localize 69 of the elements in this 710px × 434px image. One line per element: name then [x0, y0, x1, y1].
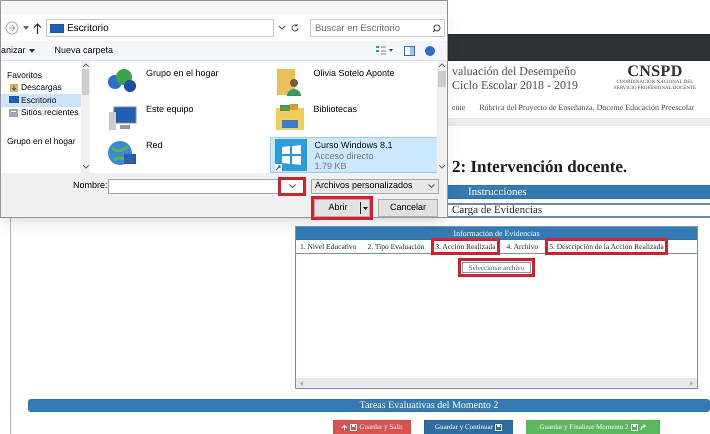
logo-title: CNSPD [627, 64, 683, 80]
tasks-bar: Tareas Evaluativas del Momento 2 [28, 399, 710, 412]
nav-pane-item[interactable]: Descargas [9, 82, 81, 94]
file-name: Grupo en el hogar [146, 68, 219, 78]
open-button[interactable]: Abrir [314, 199, 370, 217]
file-item[interactable]: Grupo en el hogar [102, 65, 270, 101]
address-field[interactable]: Escritorio [46, 19, 274, 37]
file-type-dropdown[interactable]: Archivos personalizados [311, 178, 439, 194]
scroll-right-icon [690, 380, 693, 386]
nav-pane-item[interactable]: Grupo en el hogar [7, 135, 81, 148]
file-item[interactable]: Curso Windows 8.1 Acceso directo 1.79 KB [270, 137, 438, 173]
scroll-up-icon[interactable] [439, 63, 445, 67]
scroll-up-icon[interactable] [82, 63, 88, 67]
up-arrow-icon[interactable] [33, 22, 42, 34]
file-item[interactable]: Este equipo [102, 101, 270, 137]
caret-icon [28, 48, 35, 52]
scrollbar[interactable] [81, 61, 90, 173]
nav-pane-item[interactable]: Escritorio [1, 94, 81, 106]
scroll-down-icon[interactable] [439, 165, 445, 169]
download-folder-icon [9, 82, 19, 93]
nav-pane-item[interactable]: Favoritos [7, 69, 81, 82]
horizontal-scrollbar[interactable] [296, 378, 697, 388]
page-title: valuación del Desempeño [452, 64, 577, 78]
preview-pane-icon[interactable] [404, 46, 415, 56]
new-folder-button[interactable]: Nueva carpeta [54, 44, 114, 58]
file-item[interactable]: Red [102, 137, 270, 173]
organize-menu[interactable]: anizar [1, 44, 35, 58]
dropdown-icon[interactable] [278, 25, 286, 31]
save-icon [630, 424, 638, 430]
scroll-left-icon [300, 380, 303, 386]
scrollbar-thumb[interactable] [438, 71, 446, 87]
nav-pane-item[interactable]: Sitios recientes [9, 106, 81, 119]
file-detail: 1.79 KB [314, 161, 348, 172]
chevron-down-icon [428, 184, 435, 188]
windows-tile-icon [274, 139, 306, 171]
desktop-icon [9, 95, 19, 106]
nav-link[interactable]: ente [452, 102, 466, 114]
scrollbar[interactable] [437, 61, 447, 173]
page-title: Ciclo Escolar 2018 - 2019 [452, 78, 579, 92]
recent-places-icon [9, 108, 19, 118]
section-bar[interactable]: Instrucciones [448, 185, 710, 199]
file-detail: Acceso directo [314, 150, 375, 161]
file-name: Curso Windows 8.1 [314, 140, 393, 150]
view-options-icon[interactable] [376, 46, 394, 55]
desktop-icon [50, 24, 64, 32]
filename-field[interactable] [108, 178, 304, 194]
file-item[interactable]: Olivia Sotelo Aponte [270, 65, 438, 101]
forward-arrow-icon [640, 424, 647, 430]
panel-header: Información de Evidencias [296, 227, 697, 240]
save-icon [350, 424, 358, 430]
search-field[interactable]: Buscar en Escritorio [310, 19, 445, 37]
filename-label: Nombre: [73, 179, 108, 192]
file-name: Este equipo [146, 104, 194, 114]
scrollbar-thumb[interactable] [82, 69, 89, 95]
caret-icon[interactable] [23, 26, 29, 30]
search-icon [432, 24, 441, 32]
file-name: Bibliotecas [314, 104, 358, 114]
refresh-icon[interactable] [290, 23, 300, 33]
file-name: Red [146, 140, 163, 150]
nav-link[interactable]: Rúbrica del Proyecto de Enseñanza. Docente Educación Preescolar [479, 102, 694, 114]
page-heading: 2: Intervención docente. [452, 156, 628, 178]
chevron-down-icon [288, 184, 296, 188]
file-name: Olivia Sotelo Aponte [314, 68, 395, 78]
save-icon [494, 424, 502, 430]
file-item[interactable]: Bibliotecas [270, 101, 438, 137]
cancel-button[interactable]: Cancelar [378, 199, 438, 217]
scroll-down-icon[interactable] [82, 165, 88, 169]
section-tab[interactable]: Carga de Evidencias [448, 203, 710, 218]
dropdown-caret-icon [360, 202, 368, 214]
